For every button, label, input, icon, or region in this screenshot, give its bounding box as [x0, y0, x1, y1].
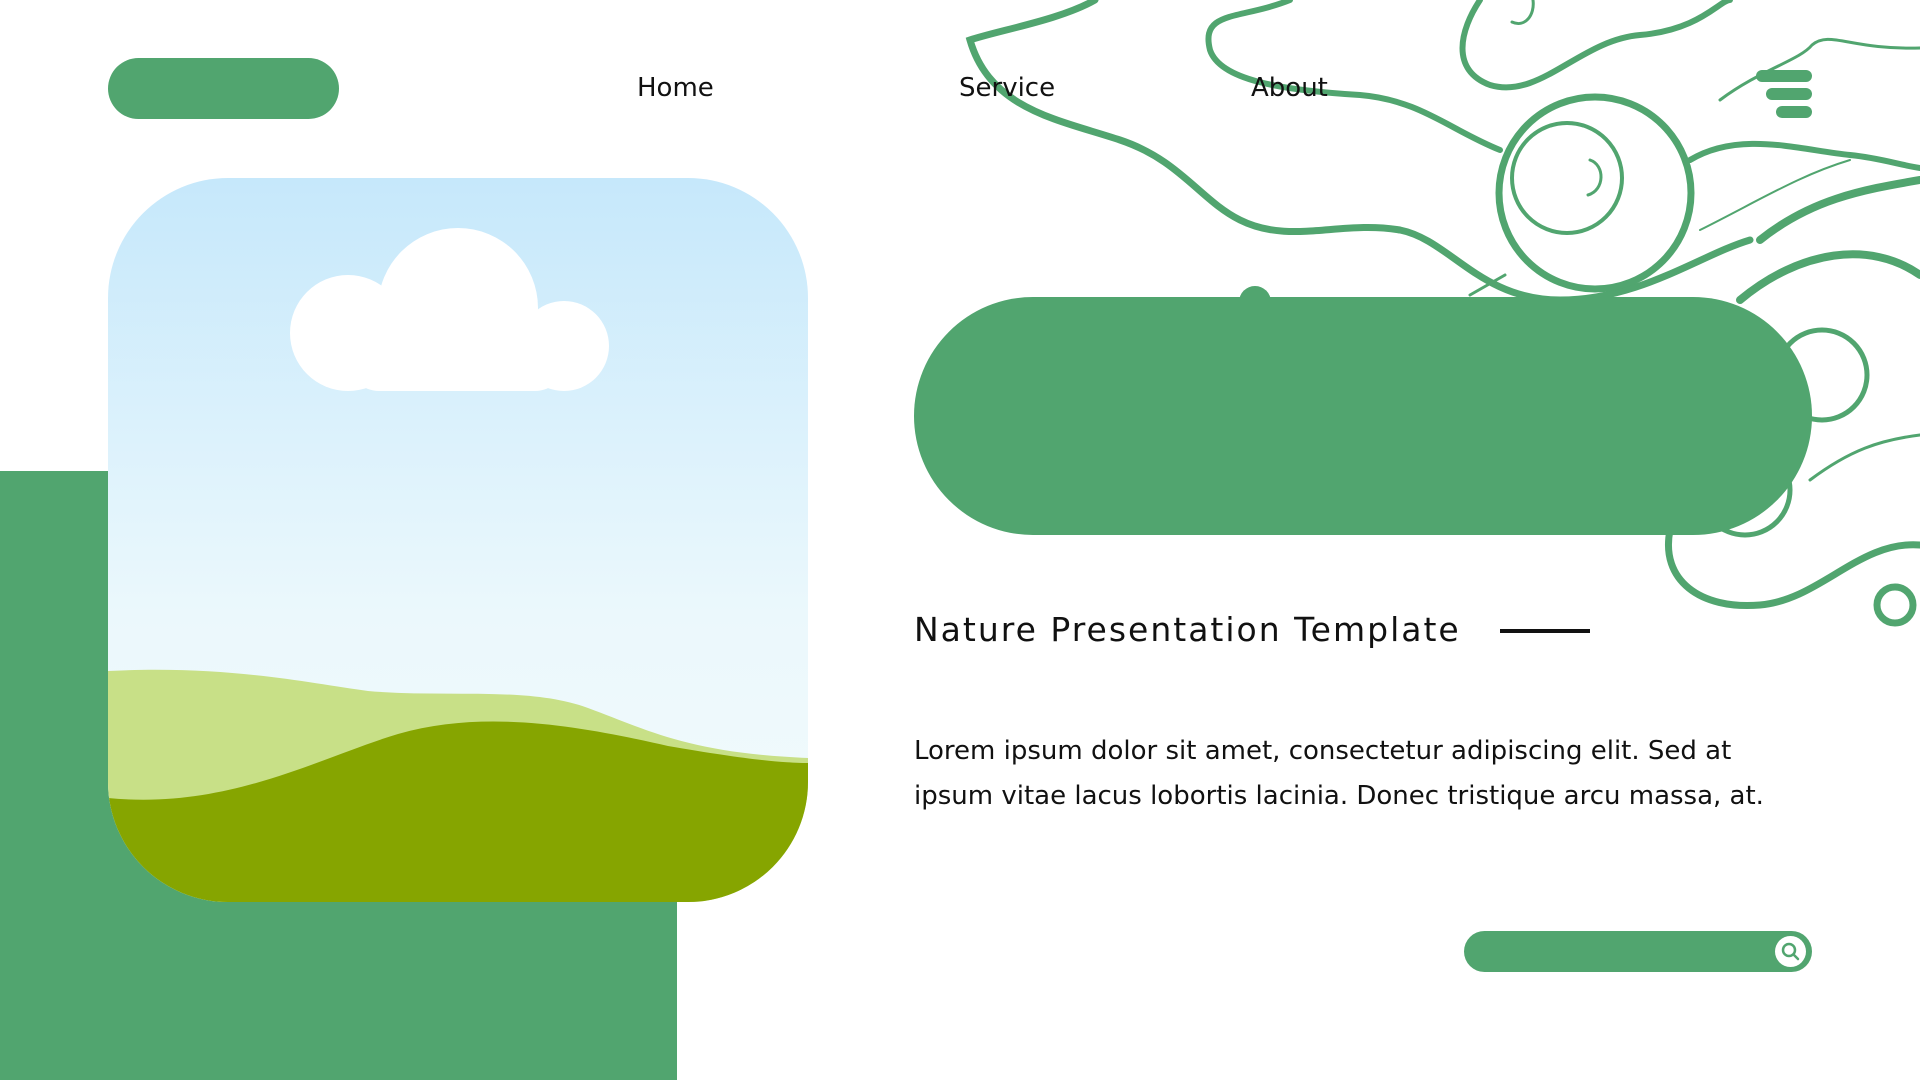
menu-bar [1756, 70, 1812, 82]
cloud-icon [290, 228, 609, 391]
search-icon [1781, 942, 1800, 961]
landscape-image [108, 178, 808, 902]
subtitle-divider [1500, 629, 1590, 633]
nav-item-service[interactable]: Service [959, 71, 1055, 105]
menu-bar [1776, 106, 1812, 118]
menu-bar [1766, 88, 1812, 100]
search-button[interactable] [1775, 936, 1806, 967]
nav-item-home[interactable]: Home [637, 71, 714, 105]
landscape-illustration [108, 228, 808, 902]
subtitle: Nature Presentation Template [914, 610, 1461, 649]
hamburger-menu-icon[interactable] [1756, 70, 1814, 120]
title-banner [914, 297, 1812, 535]
body-text: Lorem ipsum dolor sit amet, consectetur … [914, 736, 1764, 811]
logo[interactable] [108, 58, 339, 119]
nav-item-about[interactable]: About [1251, 71, 1328, 105]
search-bar[interactable] [1464, 931, 1812, 972]
